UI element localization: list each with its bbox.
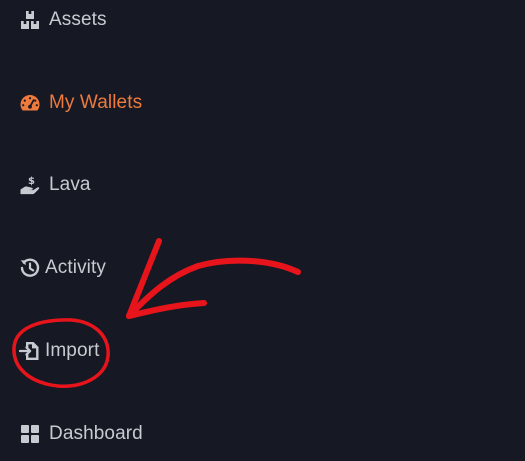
sidebar-item-label: Lava: [49, 174, 91, 195]
sidebar-nav: Assets My Wallets $ Lava Activity Import…: [0, 0, 525, 461]
sidebar-item-label: My Wallets: [49, 92, 143, 113]
sidebar-item-import[interactable]: Import: [19, 336, 99, 366]
sidebar-item-label: Assets: [49, 9, 107, 30]
hand-dollar-icon: $: [19, 174, 41, 196]
sidebar-item-label: Dashboard: [49, 423, 143, 444]
grid-icon: [19, 423, 41, 445]
sidebar-item-activity[interactable]: Activity: [19, 253, 106, 283]
sidebar-item-label: Import: [45, 340, 100, 361]
history-icon: [19, 257, 41, 279]
sidebar-item-lava[interactable]: $ Lava: [19, 170, 91, 200]
sidebar-item-label: Activity: [45, 257, 106, 278]
sidebar-item-my-wallets[interactable]: My Wallets: [19, 88, 142, 118]
assets-icon: [19, 9, 41, 31]
sidebar-item-dashboard[interactable]: Dashboard: [19, 419, 143, 449]
sidebar-item-assets[interactable]: Assets: [19, 5, 107, 35]
gauge-icon: [19, 92, 41, 114]
svg-text:$: $: [28, 176, 35, 187]
import-icon: [19, 340, 41, 362]
